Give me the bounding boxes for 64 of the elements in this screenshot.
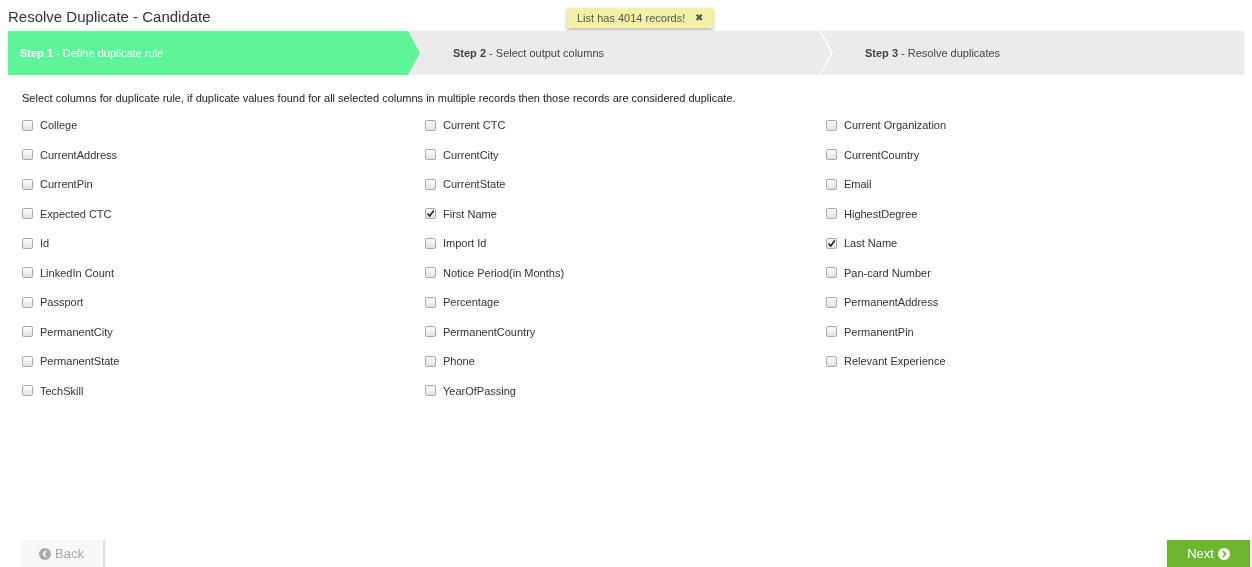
checkbox[interactable]	[826, 326, 837, 338]
checkbox-label: Current Organization	[844, 118, 947, 133]
close-button[interactable]: ✖	[695, 13, 704, 23]
checkbox-label: PermanentAddress	[844, 295, 939, 310]
checkbox[interactable]	[22, 237, 33, 249]
checkbox[interactable]	[826, 119, 837, 131]
toast-message: List has 4014 records!	[577, 10, 686, 26]
checkbox-label: Percentage	[443, 295, 500, 310]
checkbox[interactable]	[826, 237, 837, 249]
checkbox[interactable]	[425, 355, 436, 367]
checkbox[interactable]	[22, 119, 33, 131]
checkbox-label: Notice Period(in Months)	[443, 265, 565, 281]
checkbox[interactable]	[425, 237, 436, 249]
checkbox-label: College	[40, 118, 78, 133]
checkbox-label: PermanentPin	[844, 324, 914, 340]
checkbox[interactable]	[826, 208, 837, 220]
checkbox-label: Relevant Experience	[844, 354, 946, 369]
checkbox-label: CurrentPin	[40, 177, 93, 192]
checkbox[interactable]	[826, 355, 837, 367]
checkbox-label: Passport	[40, 295, 84, 310]
checkbox-label: CurrentCity	[443, 147, 499, 163]
checkbox-label: LinkedIn Count	[40, 265, 114, 281]
checkbox[interactable]	[826, 267, 837, 279]
checkbox[interactable]	[826, 296, 837, 308]
checkbox[interactable]	[22, 326, 33, 338]
checkbox-label: CurrentState	[443, 177, 506, 192]
checkbox[interactable]	[22, 355, 33, 367]
checkbox-label: PermanentState	[40, 354, 120, 369]
checkbox-label: CurrentCountry	[844, 147, 920, 163]
checkbox[interactable]	[425, 385, 436, 397]
checkbox-label: Phone	[443, 354, 475, 369]
checkbox-label: YearOfPassing	[443, 383, 516, 399]
checkbox-label: Id	[40, 236, 50, 251]
checkbox[interactable]	[22, 296, 33, 308]
checkbox-label: Pan-card Number	[844, 265, 931, 281]
checkbox-label: PermanentCountry	[443, 324, 536, 340]
checkbox-label: Email	[844, 177, 872, 192]
checkbox-label: HighestDegree	[844, 206, 918, 222]
checkbox[interactable]	[22, 208, 33, 220]
checkbox-label: Import Id	[443, 236, 487, 251]
checkbox[interactable]	[425, 149, 436, 161]
checkbox[interactable]	[22, 267, 33, 279]
checkbox-label: First Name	[443, 206, 497, 222]
chevron-right-icon	[1217, 547, 1230, 560]
checkbox-label: Expected CTC	[40, 206, 112, 222]
checkbox-label: TechSkill	[40, 383, 84, 399]
checkbox[interactable]	[826, 178, 837, 190]
checkbox[interactable]	[425, 119, 436, 131]
checkbox-label: PermanentCity	[40, 324, 113, 340]
checkbox[interactable]	[22, 385, 33, 397]
checkbox[interactable]	[826, 149, 837, 161]
checkbox[interactable]	[425, 296, 436, 308]
checkbox[interactable]	[425, 208, 436, 220]
checkbox[interactable]	[425, 178, 436, 190]
checkbox[interactable]	[425, 267, 436, 279]
checkbox[interactable]	[425, 326, 436, 338]
chevron-left-icon	[39, 547, 52, 560]
instruction-text: Select columns for duplicate rule, if duplicate values found for all selected columns in multiple records then those records are considered duplicate.	[22, 91, 737, 106]
checkbox-label: CurrentAddress	[40, 147, 118, 163]
checkbox-label: Last Name	[844, 236, 898, 251]
page-title: Resolve Duplicate - Candidate	[8, 7, 211, 27]
checkbox[interactable]	[22, 149, 33, 161]
checkbox-label: Current CTC	[443, 118, 506, 133]
checkbox[interactable]	[22, 178, 33, 190]
